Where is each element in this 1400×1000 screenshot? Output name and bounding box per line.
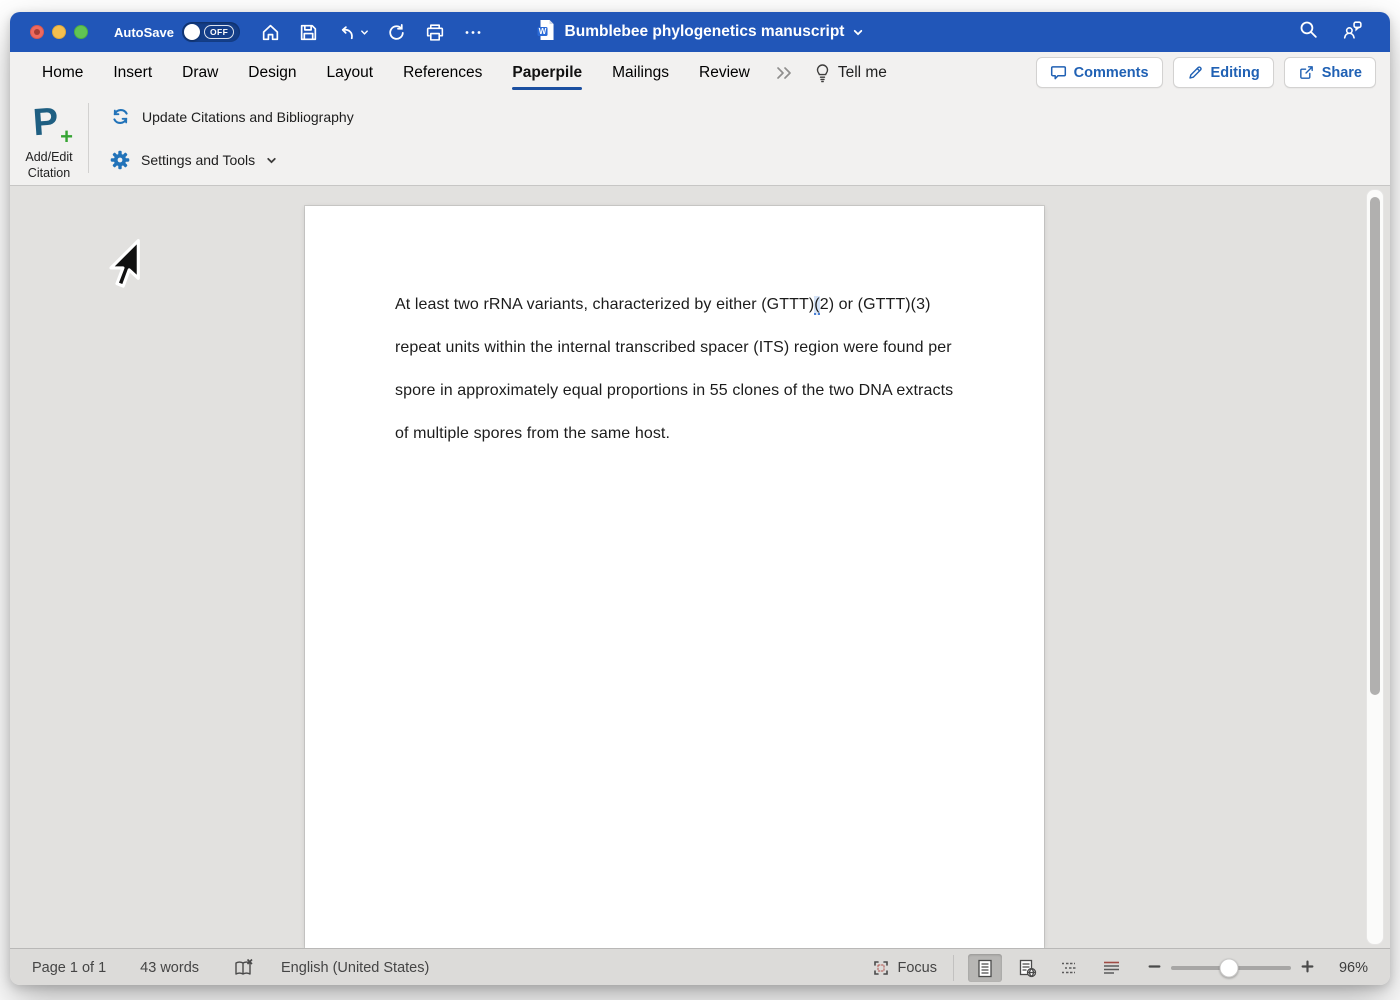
autosave-control: AutoSave OFF xyxy=(114,22,240,42)
print-layout-view-button[interactable] xyxy=(968,954,1002,982)
word-window: AutoSave OFF xyxy=(10,12,1390,985)
editing-button[interactable]: Editing xyxy=(1173,57,1274,88)
autosave-state-label: OFF xyxy=(204,25,234,39)
redo-icon[interactable] xyxy=(386,22,407,43)
paragraph-line: spore in approximately equal proportions… xyxy=(395,382,953,400)
outline-view-button[interactable] xyxy=(1052,954,1086,982)
tab-insert[interactable]: Insert xyxy=(113,52,152,93)
print-icon[interactable] xyxy=(424,22,446,43)
zoom-percentage[interactable]: 96% xyxy=(1324,960,1368,976)
web-layout-view-button[interactable] xyxy=(1010,954,1044,982)
title-dropdown-chevron-icon xyxy=(852,27,863,38)
tab-paperpile[interactable]: Paperpile xyxy=(512,52,582,93)
comment-icon xyxy=(1050,64,1067,81)
document-canvas[interactable]: At least two rRNA variants, characterize… xyxy=(10,186,1390,948)
home-icon[interactable] xyxy=(260,22,281,43)
language-indicator[interactable]: English (United States) xyxy=(281,960,429,976)
scrollbar-thumb[interactable] xyxy=(1370,197,1380,695)
settings-and-tools-label: Settings and Tools xyxy=(141,152,255,168)
mouse-cursor-arrow xyxy=(104,238,144,295)
add-edit-citation-label: Add/Edit Citation xyxy=(25,150,72,181)
comments-label: Comments xyxy=(1074,65,1149,81)
proofing-status-icon[interactable] xyxy=(233,958,255,978)
tab-layout[interactable]: Layout xyxy=(327,52,374,93)
autosave-toggle[interactable]: OFF xyxy=(182,22,240,42)
tab-home[interactable]: Home xyxy=(42,52,83,93)
minimize-button[interactable] xyxy=(52,25,66,39)
refresh-icon xyxy=(110,106,131,127)
traffic-lights xyxy=(30,25,88,39)
tab-design[interactable]: Design xyxy=(248,52,296,93)
update-citations-label: Update Citations and Bibliography xyxy=(142,109,354,125)
document-title: Bumblebee phylogenetics manuscript xyxy=(565,23,845,41)
document-page[interactable]: At least two rRNA variants, characterize… xyxy=(305,206,1044,948)
share-label: Share xyxy=(1322,65,1362,81)
focus-label: Focus xyxy=(898,960,938,976)
zoom-window-button[interactable] xyxy=(74,25,88,39)
paperpile-logo-icon: P + xyxy=(27,102,71,146)
undo-dropdown-chevron-icon xyxy=(360,28,369,37)
more-commands-icon[interactable] xyxy=(463,22,483,43)
zoom-slider[interactable] xyxy=(1171,966,1291,970)
zoom-out-button[interactable] xyxy=(1148,960,1161,977)
zoom-in-button[interactable] xyxy=(1301,960,1314,977)
tab-review[interactable]: Review xyxy=(699,52,750,93)
more-tabs-chevron-icon[interactable] xyxy=(774,66,794,80)
tab-draw[interactable]: Draw xyxy=(182,52,218,93)
search-icon[interactable] xyxy=(1298,19,1319,45)
tab-references[interactable]: References xyxy=(403,52,482,93)
vertical-scrollbar[interactable] xyxy=(1366,189,1384,945)
page-indicator[interactable]: Page 1 of 1 xyxy=(32,960,106,976)
settings-dropdown-chevron-icon xyxy=(266,155,277,166)
statusbar-divider xyxy=(953,955,954,981)
focus-icon xyxy=(872,959,890,977)
editing-label: Editing xyxy=(1211,65,1260,81)
autosave-toggle-knob xyxy=(184,24,200,40)
paragraph-line: repeat units within the internal transcr… xyxy=(395,339,952,357)
ribbon-paperpile: P + Add/Edit Citation Update Citations a… xyxy=(10,93,1390,186)
ribbon-tab-bar: Home Insert Draw Design Layout Reference… xyxy=(10,52,1390,93)
draft-view-button[interactable] xyxy=(1094,954,1128,982)
update-citations-button[interactable]: Update Citations and Bibliography xyxy=(110,106,354,127)
tell-me-label: Tell me xyxy=(838,64,887,82)
presence-people-icon[interactable] xyxy=(1341,19,1364,45)
zoom-slider-thumb[interactable] xyxy=(1219,959,1238,978)
title-bar: AutoSave OFF xyxy=(10,12,1390,52)
svg-text:W: W xyxy=(539,27,547,36)
close-button[interactable] xyxy=(30,25,44,39)
word-document-icon: W xyxy=(537,19,557,46)
tell-me-button[interactable]: Tell me xyxy=(814,63,887,83)
focus-button[interactable]: Focus xyxy=(872,959,938,977)
share-button[interactable]: Share xyxy=(1284,57,1376,88)
word-count[interactable]: 43 words xyxy=(140,960,199,976)
comments-button[interactable]: Comments xyxy=(1036,57,1163,88)
tab-mailings[interactable]: Mailings xyxy=(612,52,669,93)
save-icon[interactable] xyxy=(298,22,319,43)
share-icon xyxy=(1298,64,1315,81)
gear-icon xyxy=(110,150,130,170)
settings-and-tools-button[interactable]: Settings and Tools xyxy=(110,150,354,170)
lightbulb-icon xyxy=(814,63,831,83)
add-edit-citation-button[interactable]: P + Add/Edit Citation xyxy=(10,93,88,185)
undo-button[interactable] xyxy=(336,22,369,43)
paragraph-line: At least two rRNA variants, characterize… xyxy=(395,296,931,314)
status-bar: Page 1 of 1 43 words English (United Sta… xyxy=(10,948,1390,985)
autosave-label: AutoSave xyxy=(114,25,174,40)
paragraph-line: of multiple spores from the same host. xyxy=(395,425,670,443)
pencil-icon xyxy=(1187,64,1204,81)
document-title-group[interactable]: W Bumblebee phylogenetics manuscript xyxy=(537,19,864,46)
